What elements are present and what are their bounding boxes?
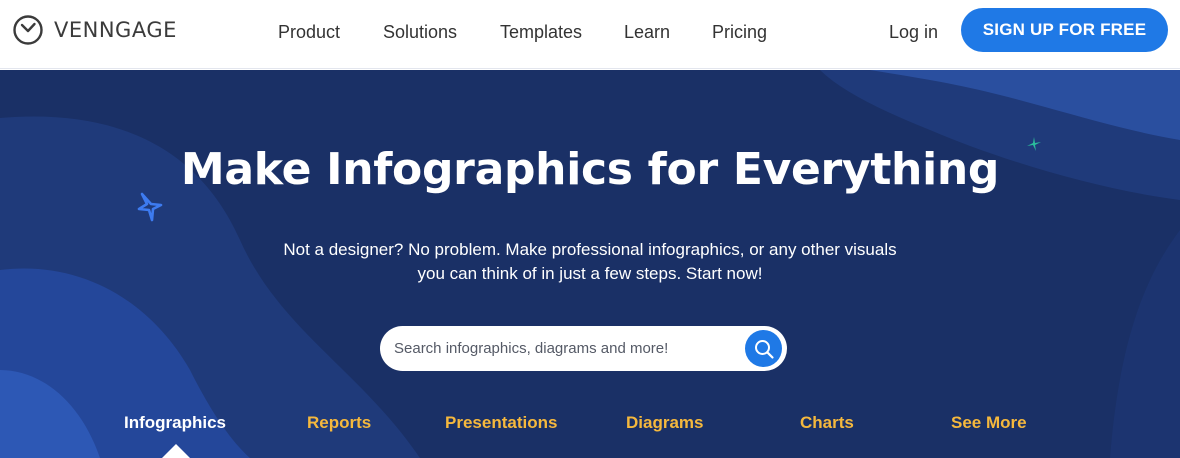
hero-subtitle: Not a designer? No problem. Make profess…: [240, 238, 940, 286]
search-button[interactable]: [745, 330, 782, 367]
hero-title: Make Infographics for Everything: [180, 144, 1000, 195]
search-input[interactable]: [394, 336, 734, 361]
tab-presentations[interactable]: Presentations: [445, 413, 557, 433]
nav-item-pricing[interactable]: Pricing: [712, 20, 767, 44]
sparkle-star-icon: [137, 192, 163, 222]
tab-charts[interactable]: Charts: [800, 413, 854, 433]
hero-subtitle-line-2: you can think of in just a few steps. St…: [417, 264, 763, 283]
signup-button[interactable]: SIGN UP FOR FREE: [961, 8, 1168, 52]
nav-item-solutions[interactable]: Solutions: [383, 20, 457, 44]
active-tab-indicator: [162, 444, 190, 458]
tab-reports[interactable]: Reports: [307, 413, 371, 433]
nav-item-product[interactable]: Product: [278, 20, 340, 44]
login-link[interactable]: Log in: [889, 20, 938, 44]
hero-subtitle-line-1: Not a designer? No problem. Make profess…: [283, 240, 897, 259]
magnifier-icon: [754, 339, 774, 359]
hero-section: Make Infographics for Everything Not a d…: [0, 70, 1180, 458]
site-header: VENNGAGE Product Solutions Templates Lea…: [0, 0, 1180, 69]
search-bar: [380, 326, 787, 371]
tab-diagrams[interactable]: Diagrams: [626, 413, 703, 433]
nav-item-learn[interactable]: Learn: [624, 20, 670, 44]
nav-item-templates[interactable]: Templates: [500, 20, 582, 44]
tab-infographics[interactable]: Infographics: [124, 413, 226, 433]
tab-see-more[interactable]: See More: [951, 413, 1027, 433]
